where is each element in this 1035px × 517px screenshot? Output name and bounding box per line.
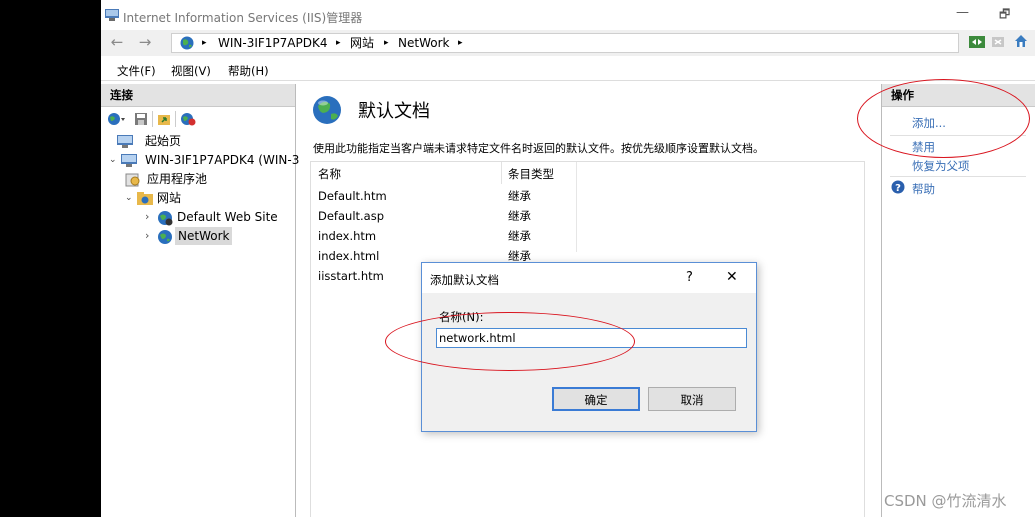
title-bar: Internet Information Services (IIS)管理器 —… (101, 0, 1035, 30)
disconnect-icon[interactable] (180, 112, 196, 126)
connect-dropdown-icon[interactable] (107, 112, 127, 126)
row-type: 继承 (508, 189, 531, 203)
row-name: index.html (318, 249, 380, 263)
tree-item-network-selected[interactable]: › NetWork (145, 227, 279, 245)
breadcrumb-network[interactable]: NetWork (398, 35, 449, 51)
globe-icon (180, 36, 194, 50)
tree-item-label: 起始页 (145, 134, 182, 148)
start-page-icon (117, 135, 133, 148)
row-type: 继承 (508, 249, 531, 263)
window-title: Internet Information Services (IIS)管理器 (123, 11, 363, 25)
add-default-document-dialog: 添加默认文档 ? ✕ 名称(N): 确定 取消 (421, 262, 757, 432)
toolbar-divider (152, 111, 153, 127)
app-pool-icon (125, 173, 140, 187)
watermark: CSDN @竹流清水 (884, 492, 1007, 510)
column-divider (576, 162, 577, 252)
menu-help[interactable]: 帮助(H) (228, 63, 269, 79)
tree-item-label: WIN-3IF1P7APDK4 (WIN-3 (145, 153, 300, 167)
row-type: 继承 (508, 229, 531, 243)
column-divider (501, 162, 502, 184)
help-link[interactable]: 帮助 (912, 181, 935, 197)
iis-app-icon (105, 9, 119, 21)
breadcrumb-sites[interactable]: 网站 (350, 35, 374, 51)
default-document-icon (313, 96, 341, 124)
back-button[interactable]: ← (107, 33, 127, 51)
chevron-down-icon[interactable]: ⌄ (109, 151, 117, 169)
cancel-button[interactable]: 取消 (648, 387, 736, 411)
connections-header: 连接 (101, 84, 295, 107)
actions-header: 操作 (882, 84, 1035, 107)
actions-pane: 操作 添加... 禁用 恢复为父项 ? 帮助 (881, 84, 1035, 517)
forward-button[interactable]: → (135, 33, 155, 51)
name-label: 名称(N): (439, 310, 484, 324)
help-icon: ? (891, 180, 905, 194)
ok-button[interactable]: 确定 (552, 387, 640, 411)
breadcrumb-separator: ▸ (202, 38, 207, 48)
divider (890, 176, 1026, 177)
site-globe-icon (158, 230, 172, 244)
breadcrumb-server[interactable]: WIN-3IF1P7APDK4 (218, 35, 327, 51)
menu-bar: 文件(F) 视图(V) 帮助(H) (101, 58, 1035, 81)
add-link[interactable]: 添加... (912, 115, 946, 131)
row-name: Default.htm (318, 189, 387, 203)
tree-item-label: NetWork (175, 227, 233, 245)
tree-item-label: 应用程序池 (147, 172, 208, 186)
breadcrumb[interactable]: ▸ WIN-3IF1P7APDK4 ▸ 网站 ▸ NetWork ▸ (171, 33, 959, 53)
minimize-button[interactable]: — (956, 5, 969, 20)
home-icon[interactable] (1013, 33, 1029, 49)
chevron-right-icon[interactable]: › (145, 208, 149, 226)
stop-icon[interactable] (991, 35, 1005, 49)
breadcrumb-separator: ▸ (336, 38, 341, 48)
restore-button[interactable]: 🗗 (999, 5, 1010, 26)
connections-toolbar (101, 107, 295, 131)
connect-icon[interactable] (969, 35, 985, 49)
sites-folder-icon (137, 192, 153, 205)
page-title: 默认文档 (358, 101, 430, 122)
divider (890, 135, 1026, 136)
menu-file[interactable]: 文件(F) (117, 63, 156, 79)
chevron-right-icon[interactable]: › (145, 227, 149, 245)
server-icon (121, 154, 137, 167)
breadcrumb-separator: ▸ (384, 38, 389, 48)
chevron-down-icon[interactable]: ⌄ (125, 189, 133, 207)
toolbar-divider (175, 111, 176, 127)
dialog-close-button[interactable]: ✕ (726, 269, 738, 285)
tree-item-label: Default Web Site (177, 210, 278, 224)
column-header-entry-type[interactable]: 条目类型 (508, 167, 554, 181)
name-input[interactable] (436, 328, 747, 348)
row-name: index.htm (318, 229, 377, 243)
menu-view[interactable]: 视图(V) (171, 63, 211, 79)
row-name: iisstart.htm (318, 269, 384, 283)
save-icon[interactable] (134, 112, 148, 126)
breadcrumb-separator: ▸ (458, 38, 463, 48)
svg-text:?: ? (895, 183, 901, 194)
dialog-title: 添加默认文档 (430, 273, 499, 287)
disable-link[interactable]: 禁用 (912, 139, 935, 155)
row-name: Default.asp (318, 209, 385, 223)
column-header-name[interactable]: 名称 (318, 167, 341, 181)
up-folder-icon[interactable] (157, 112, 171, 126)
revert-to-parent-link[interactable]: 恢复为父项 (912, 158, 970, 174)
page-description: 使用此功能指定当客户端未请求特定文件名时返回的默认文件。按优先级顺序设置默认文档… (313, 142, 764, 155)
dialog-help-button[interactable]: ? (686, 270, 693, 285)
dialog-title-bar: 添加默认文档 ? ✕ (422, 263, 756, 293)
connections-pane: 连接 起始页 ⌄ WIN-3IF1P7APDK4 (WIN-3 应用程序池 ⌄ … (101, 84, 300, 517)
site-globe-icon (158, 211, 173, 226)
iis-manager-window: Internet Information Services (IIS)管理器 —… (101, 0, 1035, 517)
address-bar: ← → ▸ WIN-3IF1P7APDK4 ▸ 网站 ▸ NetWork ▸ (101, 30, 1035, 56)
row-type: 继承 (508, 209, 531, 223)
tree-item-label: 网站 (157, 191, 182, 205)
